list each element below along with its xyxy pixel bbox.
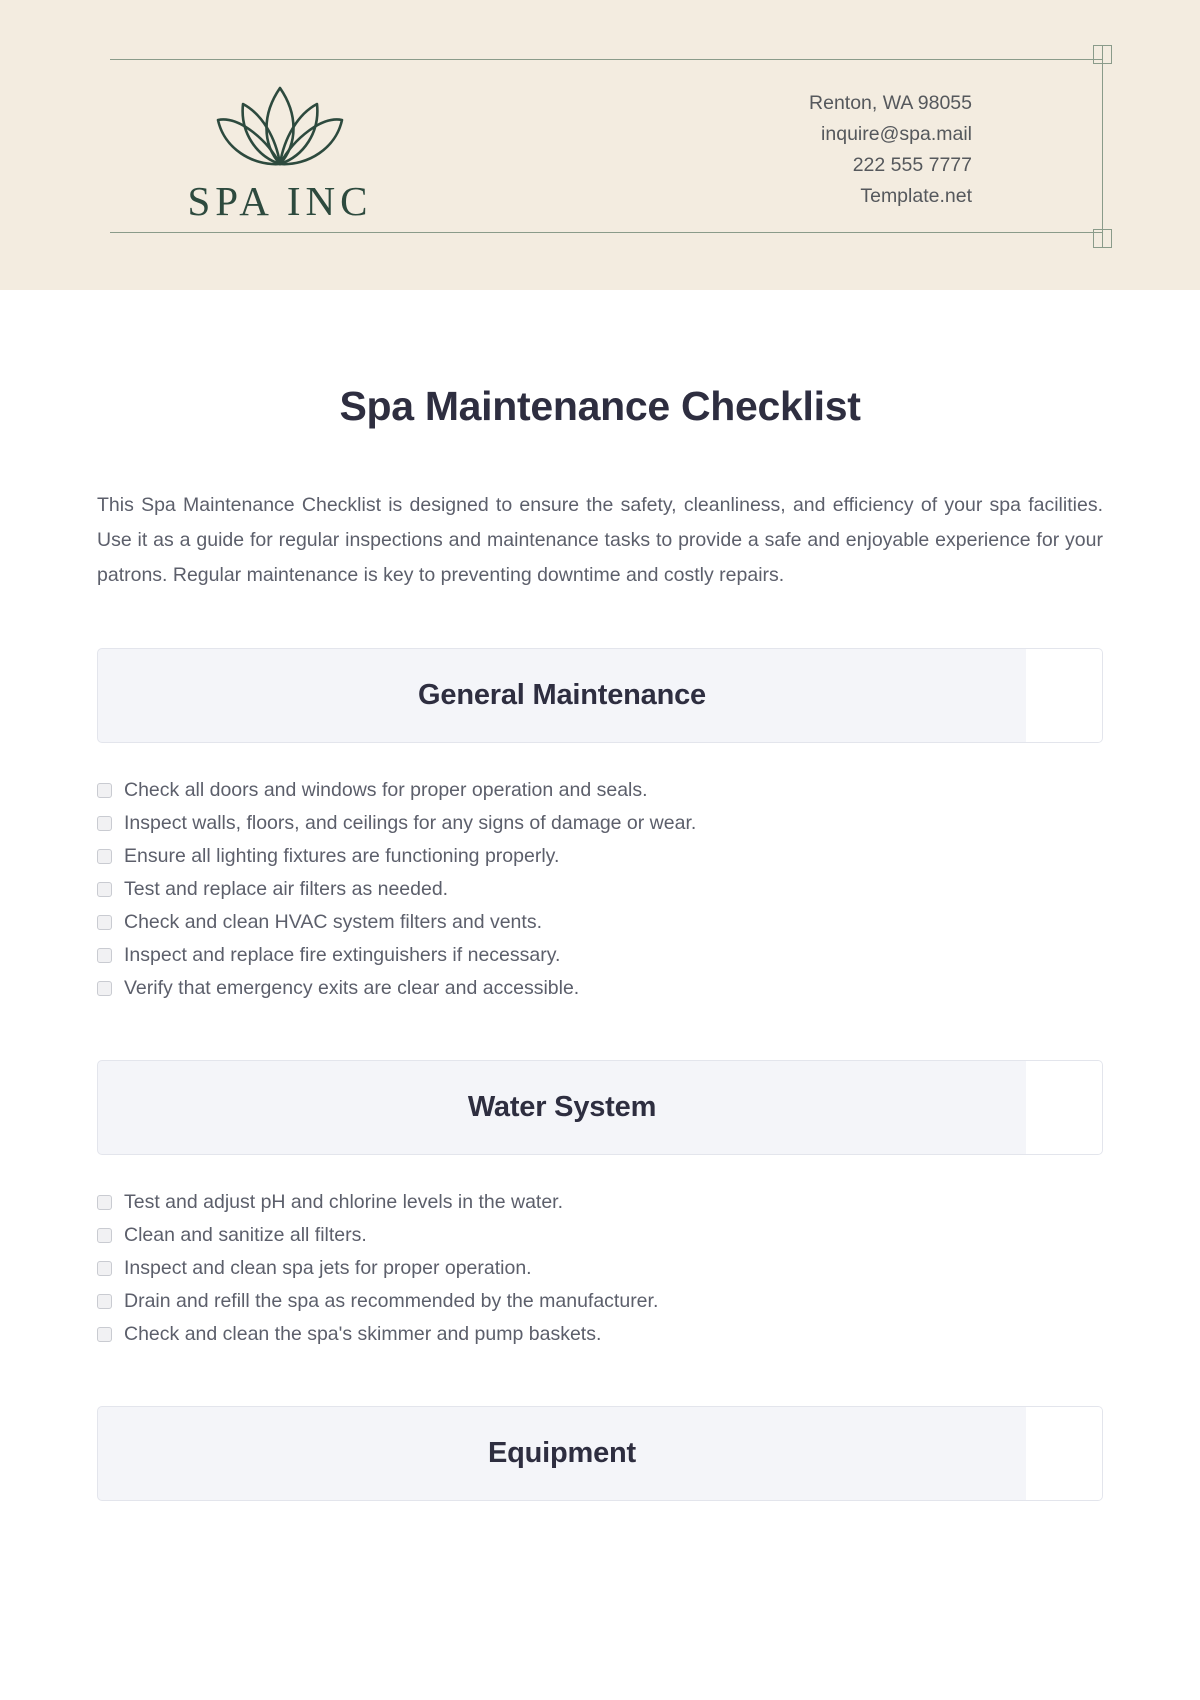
list-item-label: Check and clean the spa's skimmer and pu… — [124, 1323, 602, 1346]
checkbox-icon[interactable] — [97, 915, 112, 931]
section-header-status-column — [1026, 1061, 1102, 1155]
list-item[interactable]: Drain and refill the spa as recommended … — [97, 1285, 1103, 1318]
list-item-label: Clean and sanitize all filters. — [124, 1224, 367, 1247]
contact-website[interactable]: Template.net — [809, 181, 972, 212]
contact-phone[interactable]: 222 555 7777 — [809, 150, 972, 181]
list-item-label: Check all doors and windows for proper o… — [124, 779, 648, 802]
letterhead-right-vertical-rule — [1102, 45, 1103, 248]
letterhead-top-rule — [110, 59, 1103, 60]
checkbox-icon[interactable] — [97, 1228, 112, 1244]
section-header-bar: Water System — [97, 1060, 1103, 1156]
list-item-label: Inspect walls, floors, and ceilings for … — [124, 812, 697, 835]
list-item-label: Verify that emergency exits are clear an… — [124, 977, 580, 1000]
company-logo: SPA INC — [135, 82, 425, 224]
section-general-maintenance: General Maintenance Check all doors and … — [97, 648, 1103, 1005]
section-heading: Equipment — [487, 1437, 637, 1470]
contact-details: Renton, WA 98055 inquire@spa.mail 222 55… — [809, 88, 972, 212]
checkbox-icon[interactable] — [97, 1195, 112, 1211]
decorative-square-top-icon — [1093, 45, 1112, 64]
section-header-status-column — [1026, 1407, 1102, 1501]
list-item[interactable]: Inspect and clean spa jets for proper op… — [97, 1252, 1103, 1285]
list-item-label: Inspect and replace fire extinguishers i… — [124, 944, 561, 967]
checkbox-icon[interactable] — [97, 1327, 112, 1343]
section-header-main: General Maintenance — [98, 649, 1026, 742]
contact-email[interactable]: inquire@spa.mail — [809, 119, 972, 150]
company-wordmark: SPA INC — [187, 178, 373, 224]
list-item-label: Ensure all lighting fixtures are functio… — [124, 845, 560, 868]
checkbox-icon[interactable] — [97, 816, 112, 832]
section-header-main: Water System — [98, 1061, 1026, 1154]
contact-address: Renton, WA 98055 — [809, 92, 972, 114]
checkbox-icon[interactable] — [97, 981, 112, 997]
list-item[interactable]: Check all doors and windows for proper o… — [97, 774, 1103, 807]
checkbox-icon[interactable] — [97, 948, 112, 964]
section-water-system: Water System Test and adjust pH and chlo… — [97, 1060, 1103, 1351]
list-item[interactable]: Clean and sanitize all filters. — [97, 1219, 1103, 1252]
section-heading: General Maintenance — [418, 679, 706, 712]
section-header-status-column — [1026, 649, 1102, 743]
document-body: Spa Maintenance Checklist This Spa Maint… — [0, 382, 1200, 1502]
page-title: Spa Maintenance Checklist — [339, 383, 861, 429]
list-item[interactable]: Ensure all lighting fixtures are functio… — [97, 840, 1103, 873]
intro-paragraph: This Spa Maintenance Checklist is design… — [97, 494, 1103, 587]
list-item-label: Drain and refill the spa as recommended … — [124, 1290, 659, 1313]
list-item[interactable]: Test and replace air filters as needed. — [97, 873, 1103, 906]
list-item[interactable]: Inspect and replace fire extinguishers i… — [97, 939, 1103, 972]
section-header-main: Equipment — [98, 1407, 1026, 1500]
checkbox-icon[interactable] — [97, 882, 112, 898]
letterhead-band: SPA INC Renton, WA 98055 inquire@spa.mai… — [0, 0, 1200, 290]
decorative-square-bottom-icon — [1093, 229, 1112, 248]
checkbox-icon[interactable] — [97, 1261, 112, 1277]
checkbox-icon[interactable] — [97, 1294, 112, 1310]
list-item-label: Test and adjust pH and chlorine levels i… — [124, 1191, 564, 1214]
section-header-bar: Equipment — [97, 1406, 1103, 1502]
list-item[interactable]: Verify that emergency exits are clear an… — [97, 972, 1103, 1005]
lotus-flower-icon — [135, 82, 425, 173]
checklist-general-maintenance: Check all doors and windows for proper o… — [97, 774, 1103, 1005]
list-item[interactable]: Inspect walls, floors, and ceilings for … — [97, 807, 1103, 840]
section-header-bar: General Maintenance — [97, 648, 1103, 744]
list-item[interactable]: Check and clean the spa's skimmer and pu… — [97, 1318, 1103, 1351]
checklist-water-system: Test and adjust pH and chlorine levels i… — [97, 1186, 1103, 1351]
list-item-label: Check and clean HVAC system filters and … — [124, 911, 542, 934]
checkbox-icon[interactable] — [97, 849, 112, 865]
section-equipment: Equipment — [97, 1406, 1103, 1502]
list-item-label: Test and replace air filters as needed. — [124, 878, 449, 901]
list-item[interactable]: Test and adjust pH and chlorine levels i… — [97, 1186, 1103, 1219]
list-item-label: Inspect and clean spa jets for proper op… — [124, 1257, 532, 1280]
section-heading: Water System — [467, 1091, 657, 1124]
checkbox-icon[interactable] — [97, 783, 112, 799]
list-item[interactable]: Check and clean HVAC system filters and … — [97, 906, 1103, 939]
letterhead-bottom-rule — [110, 232, 1103, 233]
